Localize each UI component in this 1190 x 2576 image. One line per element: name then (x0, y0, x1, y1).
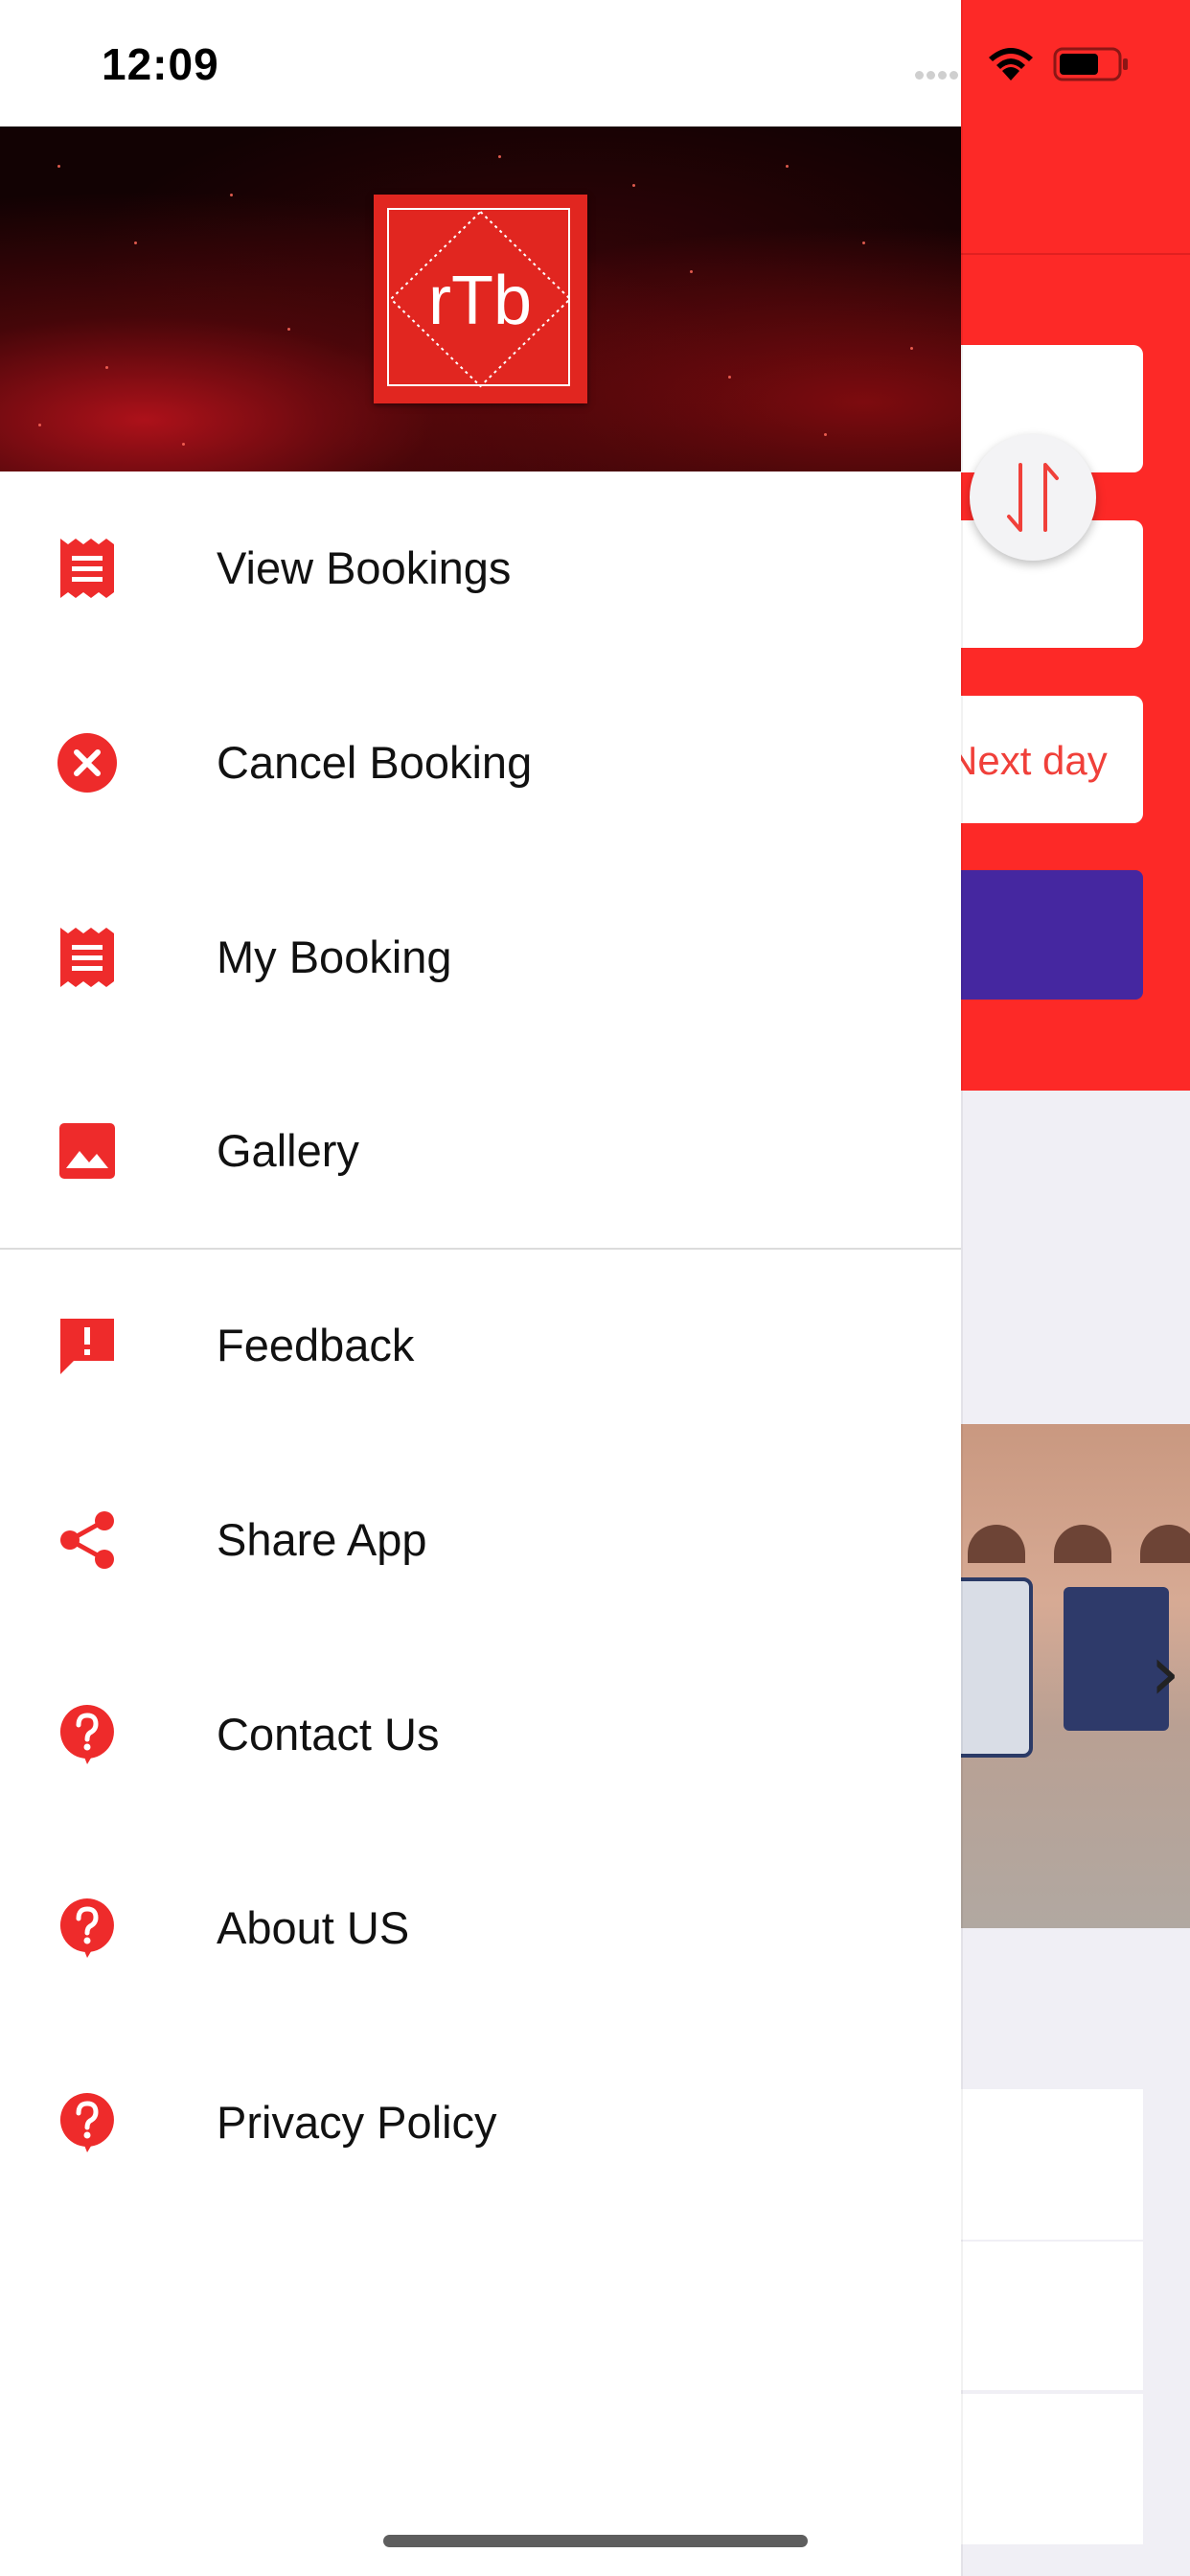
chevron-right-icon[interactable]: › (1150, 1635, 1180, 1712)
menu-item-my-booking[interactable]: My Booking (0, 860, 961, 1054)
drawer-edge-shadow (961, 0, 963, 2576)
building-arch (1140, 1525, 1190, 1563)
swap-cities-button[interactable] (970, 434, 1096, 561)
menu-item-feedback[interactable]: Feedback (0, 1248, 961, 1442)
menu-item-view-bookings[interactable]: View Bookings (0, 471, 961, 665)
svg-text:rTb: rTb (428, 263, 532, 339)
help-bubble-icon (56, 1703, 119, 1766)
status-time: 12:09 (102, 39, 219, 89)
logo-monogram: rTb (428, 263, 532, 339)
feedback-icon (56, 1314, 119, 1377)
building-arch (968, 1525, 1025, 1563)
receipt-icon (56, 926, 119, 989)
menu-item-label: Gallery (217, 1125, 359, 1176)
menu-item-label: View Bookings (217, 542, 512, 593)
building-arch (1054, 1525, 1111, 1563)
brand-logo: rTb (374, 195, 587, 403)
navigation-drawer: rTb View Bookings Cancel Booking My Book… (0, 0, 961, 2576)
menu-item-contact-us[interactable]: Contact Us (0, 1637, 961, 1831)
menu-item-cancel-booking[interactable]: Cancel Booking (0, 665, 961, 860)
wifi-icon (985, 44, 1037, 87)
cellular-signal-icon (915, 67, 961, 84)
menu-item-share-app[interactable]: Share App (0, 1442, 961, 1637)
date-option-label[interactable]: Next day (949, 738, 1108, 784)
search-buses-button[interactable] (949, 870, 1143, 1000)
list-item[interactable] (949, 2242, 1143, 2390)
status-bar: 12:09 (0, 0, 961, 126)
menu-item-label: Contact Us (217, 1709, 440, 1760)
list-item[interactable] (949, 2394, 1143, 2544)
receipt-icon (56, 537, 119, 600)
swap-arrows-icon (1007, 463, 1059, 532)
menu-item-label: My Booking (217, 932, 452, 982)
menu-item-label: Cancel Booking (217, 737, 533, 788)
image-icon (56, 1119, 119, 1183)
list-item[interactable] (949, 2089, 1143, 2240)
cancel-circle-icon (56, 731, 119, 794)
gallery-slideshow-image[interactable]: › (949, 1424, 1190, 1928)
menu-item-label: Share App (217, 1514, 427, 1565)
menu-item-privacy-policy[interactable]: Privacy Policy (0, 2025, 961, 2220)
home-indicator[interactable] (383, 2535, 808, 2547)
share-icon (56, 1508, 119, 1572)
menu-item-label: About US (217, 1902, 410, 1953)
help-bubble-icon (56, 2091, 119, 2154)
menu-item-gallery[interactable]: Gallery (0, 1053, 961, 1248)
menu-item-about-us[interactable]: About US (0, 1830, 961, 2025)
menu-item-label: Privacy Policy (217, 2097, 497, 2148)
battery-icon (1053, 46, 1130, 87)
help-bubble-icon (56, 1897, 119, 1960)
menu-item-label: Feedback (217, 1320, 415, 1370)
